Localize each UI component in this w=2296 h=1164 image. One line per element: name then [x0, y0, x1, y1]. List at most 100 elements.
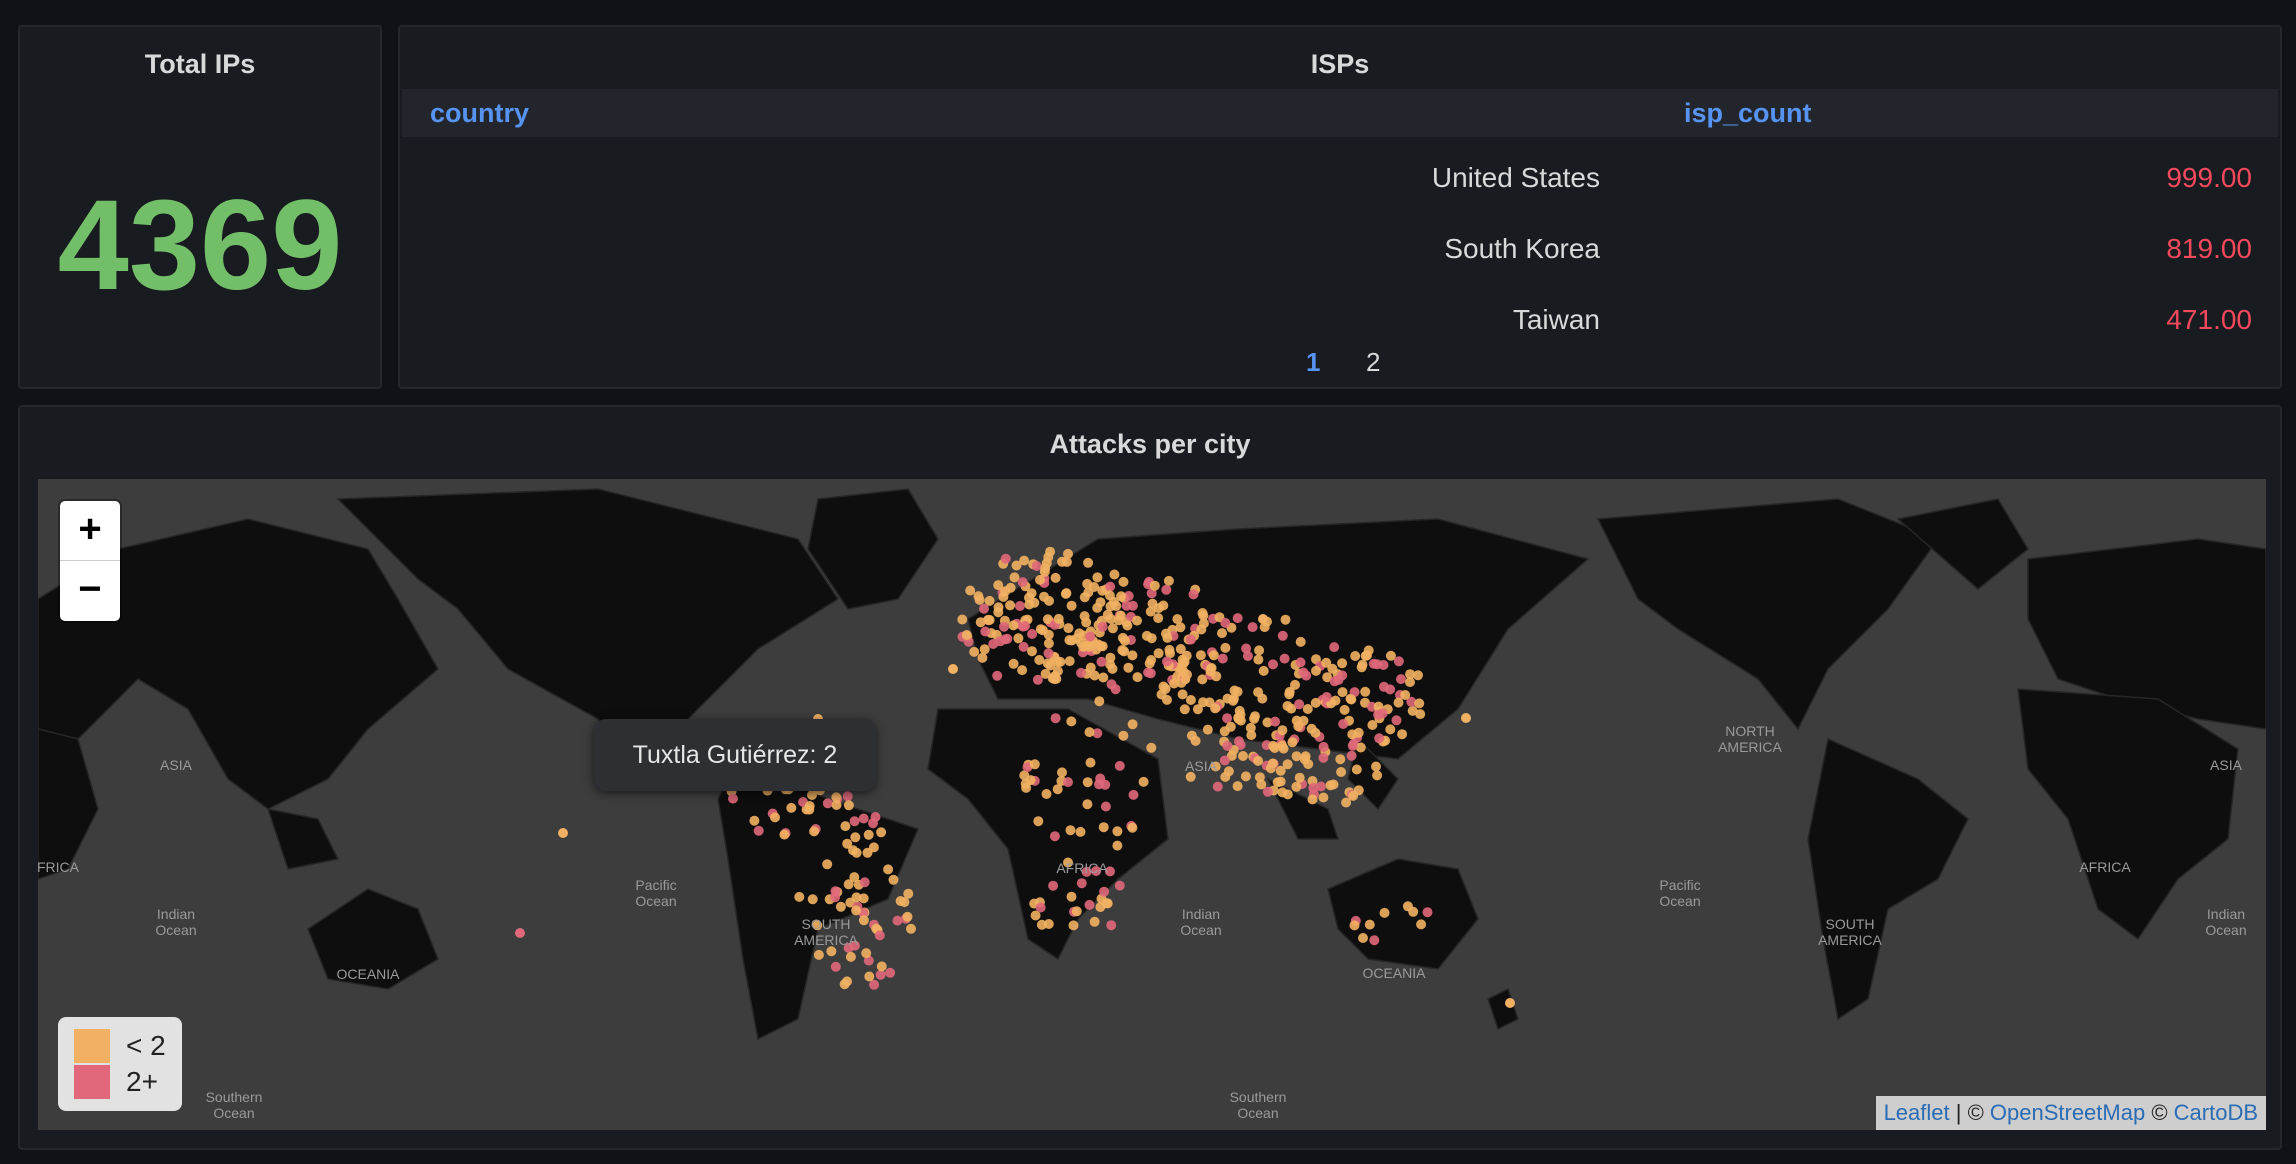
- total-ips-title[interactable]: Total IPs: [20, 49, 380, 80]
- attack-marker[interactable]: [1219, 755, 1230, 766]
- attack-marker[interactable]: [1217, 628, 1227, 639]
- attack-marker[interactable]: [1044, 595, 1054, 606]
- attack-marker[interactable]: [1146, 742, 1157, 753]
- attack-marker[interactable]: [1020, 621, 1030, 631]
- attack-marker[interactable]: [1161, 584, 1172, 595]
- openstreetmap-link[interactable]: OpenStreetMap: [1990, 1100, 2145, 1125]
- attack-marker[interactable]: [809, 826, 820, 837]
- attack-marker[interactable]: [1162, 632, 1173, 643]
- attack-marker[interactable]: [1294, 699, 1305, 710]
- attack-marker[interactable]: [1253, 654, 1264, 665]
- attack-marker[interactable]: [1349, 920, 1360, 931]
- attack-marker[interactable]: [1371, 761, 1381, 772]
- attack-marker[interactable]: [1153, 613, 1164, 624]
- map-canvas[interactable]: ASIA FRICA Indian Ocean OCEANIA Southern O…: [38, 479, 2266, 1130]
- attack-marker[interactable]: [1109, 569, 1120, 580]
- attack-marker[interactable]: [849, 816, 860, 827]
- attack-marker[interactable]: [1123, 662, 1134, 673]
- attack-marker[interactable]: [1127, 650, 1138, 661]
- attack-marker[interactable]: [1321, 692, 1332, 702]
- attack-marker[interactable]: [1104, 590, 1115, 601]
- page-2-link[interactable]: 2: [1366, 347, 1380, 378]
- attack-marker[interactable]: [1066, 600, 1077, 611]
- attack-marker[interactable]: [948, 664, 958, 674]
- attack-marker[interactable]: [969, 646, 980, 657]
- attack-marker[interactable]: [1013, 633, 1024, 644]
- attack-marker[interactable]: [1014, 601, 1025, 611]
- attack-marker[interactable]: [1098, 672, 1109, 683]
- attack-marker[interactable]: [1396, 674, 1406, 685]
- attack-marker[interactable]: [1461, 713, 1471, 723]
- attack-marker[interactable]: [1240, 771, 1251, 782]
- attack-marker[interactable]: [863, 829, 874, 840]
- attack-marker[interactable]: [1280, 614, 1291, 625]
- zoom-out-button[interactable]: −: [60, 561, 120, 620]
- attack-marker[interactable]: [1076, 878, 1087, 889]
- attack-marker[interactable]: [1057, 556, 1068, 567]
- attack-marker[interactable]: [1034, 655, 1045, 665]
- attack-marker[interactable]: [851, 892, 862, 903]
- attack-marker[interactable]: [822, 798, 833, 809]
- attack-marker[interactable]: [993, 607, 1004, 618]
- attack-marker[interactable]: [1220, 642, 1231, 653]
- attack-marker[interactable]: [1107, 623, 1118, 634]
- attack-marker[interactable]: [1347, 729, 1358, 740]
- attack-marker[interactable]: [1127, 822, 1138, 833]
- column-header-country[interactable]: country: [430, 98, 529, 129]
- attack-marker[interactable]: [1258, 665, 1269, 676]
- attack-marker[interactable]: [1318, 792, 1329, 803]
- attack-marker[interactable]: [1052, 666, 1063, 677]
- attack-marker[interactable]: [1402, 901, 1413, 912]
- attack-marker[interactable]: [1196, 624, 1207, 635]
- attack-marker[interactable]: [858, 813, 869, 824]
- attack-marker[interactable]: [1258, 614, 1268, 624]
- attack-marker[interactable]: [859, 877, 870, 888]
- attack-marker[interactable]: [1036, 919, 1047, 930]
- attack-marker[interactable]: [1128, 789, 1139, 800]
- attack-marker[interactable]: [1369, 935, 1380, 946]
- attack-marker[interactable]: [892, 915, 903, 926]
- attack-marker[interactable]: [830, 892, 841, 903]
- attack-marker[interactable]: [1232, 781, 1243, 792]
- attack-marker[interactable]: [843, 879, 854, 890]
- attack-marker[interactable]: [1175, 644, 1186, 654]
- attack-marker[interactable]: [1272, 777, 1283, 788]
- attack-marker[interactable]: [1019, 555, 1030, 566]
- attack-marker[interactable]: [1327, 663, 1338, 674]
- attack-marker[interactable]: [728, 793, 738, 804]
- attack-marker[interactable]: [862, 847, 873, 858]
- attack-marker[interactable]: [831, 792, 842, 803]
- attack-marker[interactable]: [1065, 825, 1076, 836]
- attack-marker[interactable]: [888, 874, 899, 885]
- attack-marker[interactable]: [1118, 576, 1129, 587]
- attack-marker[interactable]: [1083, 587, 1094, 598]
- attack-marker[interactable]: [1132, 672, 1143, 683]
- attack-marker[interactable]: [1005, 582, 1016, 593]
- attack-marker[interactable]: [822, 859, 833, 870]
- attack-marker[interactable]: [885, 967, 896, 978]
- attack-marker[interactable]: [1175, 622, 1186, 633]
- attack-marker[interactable]: [1163, 575, 1174, 586]
- attack-marker[interactable]: [1096, 656, 1107, 667]
- attack-marker[interactable]: [1310, 727, 1321, 738]
- attack-marker[interactable]: [1254, 645, 1265, 656]
- attack-marker[interactable]: [845, 951, 856, 962]
- attack-marker[interactable]: [1385, 724, 1396, 735]
- attack-marker[interactable]: [851, 905, 862, 916]
- attack-marker[interactable]: [794, 891, 805, 902]
- attack-marker[interactable]: [1029, 759, 1040, 770]
- attack-marker[interactable]: [1106, 920, 1117, 931]
- attack-marker[interactable]: [1505, 998, 1515, 1008]
- attack-marker[interactable]: [1095, 641, 1106, 652]
- attack-marker[interactable]: [1212, 781, 1223, 792]
- attack-marker[interactable]: [1092, 572, 1103, 583]
- attack-marker[interactable]: [1000, 553, 1011, 564]
- attack-marker[interactable]: [1325, 780, 1336, 791]
- attack-marker[interactable]: [874, 930, 885, 941]
- attack-marker[interactable]: [1405, 677, 1415, 688]
- attack-marker[interactable]: [843, 800, 854, 811]
- attack-marker[interactable]: [1185, 695, 1196, 705]
- attack-marker[interactable]: [1141, 630, 1152, 641]
- attack-marker[interactable]: [876, 961, 887, 972]
- attack-marker[interactable]: [1339, 704, 1350, 715]
